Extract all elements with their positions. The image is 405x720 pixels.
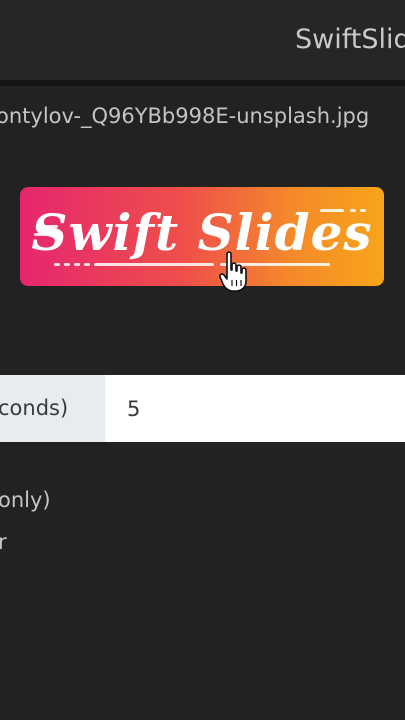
title-bar-divider <box>0 80 405 86</box>
option-text-line-2: r <box>0 530 7 554</box>
logo-text: Swift Slides <box>31 203 373 262</box>
swift-slides-logo[interactable]: Swift Slides <box>20 187 384 286</box>
interval-label: conds) <box>0 396 69 420</box>
app-window: SwiftSlid ontylov-_Q96YBb998E-unsplash.j… <box>0 0 405 720</box>
option-text-line-1: only) <box>0 488 51 512</box>
selected-file-name: ontylov-_Q96YBb998E-unsplash.jpg <box>0 104 370 128</box>
interval-label-cell: conds) <box>0 375 105 442</box>
interval-seconds-input[interactable] <box>105 375 405 442</box>
hand-pointer-cursor-icon <box>219 251 247 292</box>
title-bar: SwiftSlid <box>0 0 405 80</box>
app-title: SwiftSlid <box>295 24 405 55</box>
interval-setting-row: conds) <box>0 375 405 442</box>
